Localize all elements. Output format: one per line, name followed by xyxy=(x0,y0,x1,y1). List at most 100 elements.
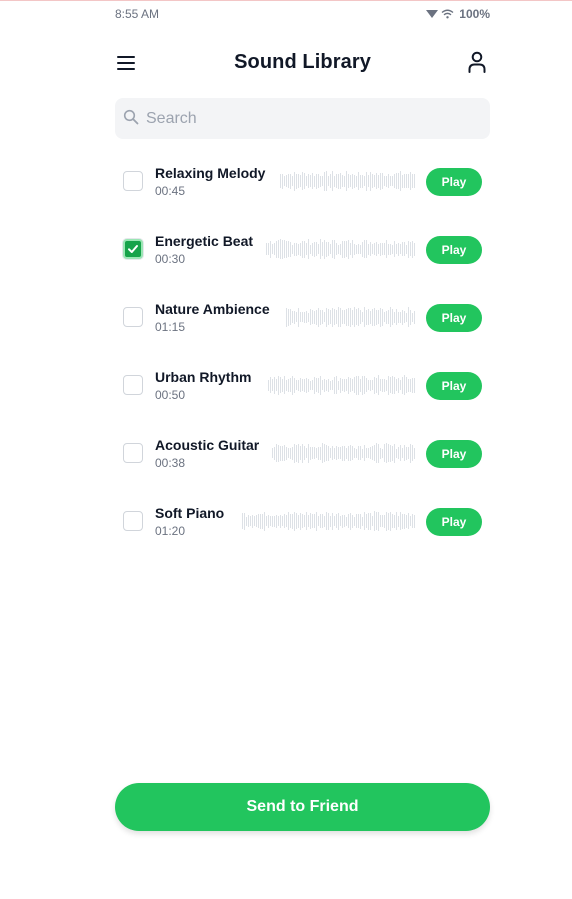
select-checkbox[interactable] xyxy=(123,171,143,191)
status-time: 8:55 AM xyxy=(115,7,160,21)
sound-duration: 01:20 xyxy=(155,524,186,538)
waveform-bar xyxy=(288,241,289,257)
waveform-bar xyxy=(366,171,367,191)
waveform-bar xyxy=(332,240,333,258)
waveform-bar xyxy=(372,244,373,254)
waveform-bar xyxy=(326,445,327,461)
waveform[interactable] xyxy=(286,307,416,327)
waveform-bar xyxy=(388,243,389,255)
waveform-bar xyxy=(310,513,311,529)
waveform-bar xyxy=(400,445,401,461)
waveform[interactable] xyxy=(280,171,416,191)
waveform-bar xyxy=(390,444,391,462)
waveform-bar xyxy=(384,514,385,528)
waveform-bar xyxy=(316,378,317,392)
waveform-bar xyxy=(366,378,367,392)
waveform-bar xyxy=(270,377,271,393)
waveform-bar xyxy=(334,376,335,394)
waveform-bar xyxy=(412,514,413,528)
waveform-bar xyxy=(288,448,289,458)
waveform-bar xyxy=(322,514,323,528)
waveform-bar xyxy=(394,443,395,463)
waveform-bar xyxy=(332,380,333,390)
search-input[interactable] xyxy=(146,98,476,139)
waveform-bar xyxy=(322,176,323,186)
waveform-bar xyxy=(310,309,311,325)
waveform-bar xyxy=(252,514,253,528)
waveform-bar xyxy=(306,448,307,458)
waveform-bar xyxy=(268,243,269,255)
sound-item: Energetic Beat 00:30 Play xyxy=(115,216,490,284)
waveform-bar xyxy=(338,512,339,530)
waveform-bar xyxy=(288,512,289,530)
waveform-bar xyxy=(302,240,303,258)
waveform-bar xyxy=(264,511,265,531)
waveform-bar xyxy=(384,378,385,392)
waveform-bar xyxy=(342,445,343,461)
waveform-bar xyxy=(300,446,301,460)
play-button[interactable]: Play xyxy=(426,508,482,536)
waveform-bar xyxy=(326,241,327,257)
select-checkbox[interactable] xyxy=(123,511,143,531)
select-checkbox[interactable] xyxy=(123,239,143,259)
waveform-bar xyxy=(288,174,289,188)
waveform-bar xyxy=(276,444,277,462)
waveform-bar xyxy=(402,174,403,188)
play-button[interactable]: Play xyxy=(426,372,482,400)
waveform-bar xyxy=(388,512,389,530)
waveform-bar xyxy=(344,515,345,527)
send-to-friend-button[interactable]: Send to Friend xyxy=(115,783,490,831)
waveform[interactable] xyxy=(242,511,416,531)
sound-name: Nature Ambience xyxy=(155,301,270,317)
waveform-bar xyxy=(388,444,389,462)
play-button[interactable]: Play xyxy=(426,440,482,468)
waveform-bar xyxy=(298,379,299,391)
waveform-bar xyxy=(348,174,349,188)
waveform-bar xyxy=(280,445,281,461)
waveform[interactable] xyxy=(266,239,416,259)
waveform-bar xyxy=(354,174,355,188)
waveform-bar xyxy=(272,515,273,527)
play-button[interactable]: Play xyxy=(426,236,482,264)
waveform-bar xyxy=(316,511,317,531)
waveform-bar xyxy=(378,174,379,188)
waveform-bar xyxy=(408,174,409,188)
waveform[interactable] xyxy=(268,375,416,395)
waveform-bar xyxy=(374,511,375,531)
play-button[interactable]: Play xyxy=(426,304,482,332)
waveform-bar xyxy=(362,241,363,257)
select-checkbox[interactable] xyxy=(123,443,143,463)
waveform-bar xyxy=(336,310,337,324)
waveform-bar xyxy=(410,242,411,256)
waveform-bar xyxy=(294,242,295,256)
search-bar[interactable] xyxy=(115,98,490,139)
waveform-bar xyxy=(340,307,341,327)
play-button[interactable]: Play xyxy=(426,168,482,196)
waveform-bar xyxy=(400,512,401,530)
user-profile-icon[interactable] xyxy=(466,50,488,74)
waveform-bar xyxy=(380,515,381,527)
waveform-bar xyxy=(276,240,277,258)
select-checkbox[interactable] xyxy=(123,375,143,395)
waveform-bar xyxy=(392,376,393,394)
waveform-bar xyxy=(318,446,319,460)
waveform-bar xyxy=(346,379,347,391)
waveform-bar xyxy=(284,376,285,394)
waveform-bar xyxy=(386,511,387,531)
waveform-bar xyxy=(376,512,377,530)
waveform-bar xyxy=(344,240,345,258)
waveform-bar xyxy=(412,312,413,322)
waveform-bar xyxy=(396,309,397,325)
waveform-bar xyxy=(388,310,389,324)
waveform-bar xyxy=(284,240,285,258)
waveform-bar xyxy=(292,513,293,529)
waveform[interactable] xyxy=(272,443,416,463)
waveform-bar xyxy=(380,379,381,391)
select-checkbox[interactable] xyxy=(123,307,143,327)
waveform-bar xyxy=(382,515,383,527)
waveform-bar xyxy=(288,308,289,326)
waveform-bar xyxy=(336,376,337,394)
wifi-icon xyxy=(441,9,454,19)
waveform-bar xyxy=(286,515,287,527)
waveform-bar xyxy=(348,308,349,326)
